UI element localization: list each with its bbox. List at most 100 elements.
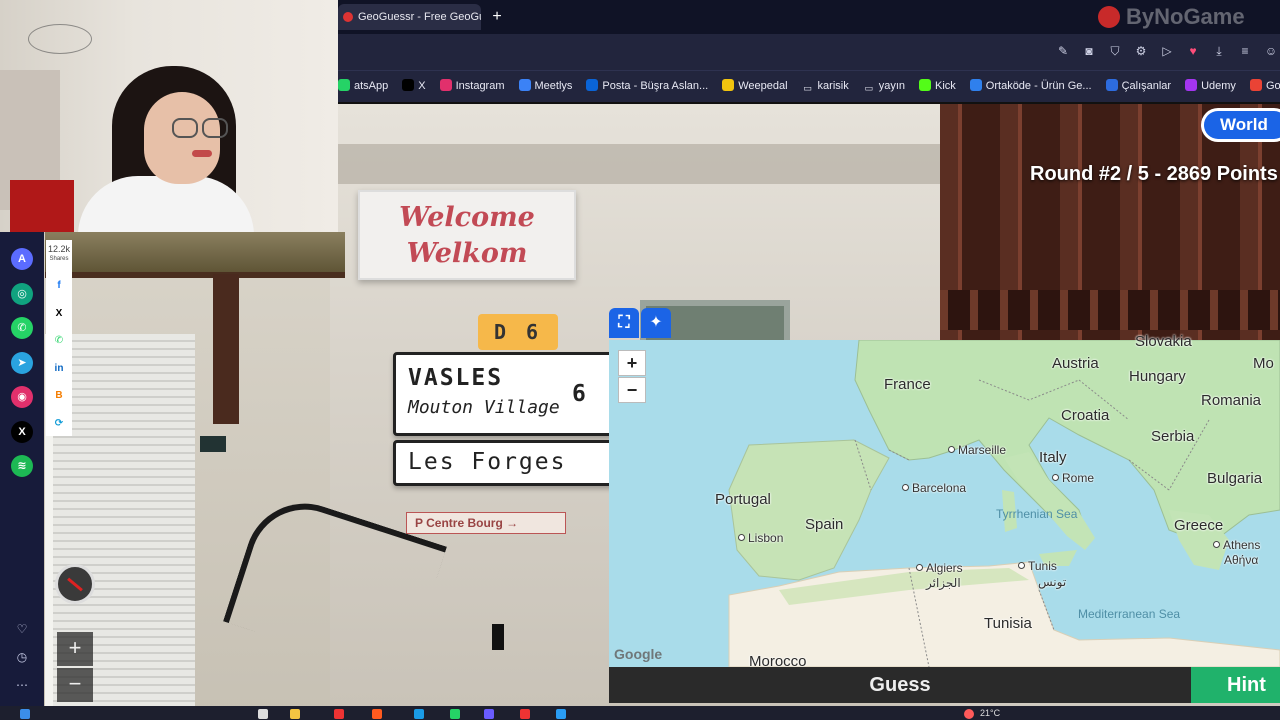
stream-watermark: ByNoGame: [1094, 2, 1274, 32]
share-count: 12.2k Shares: [46, 244, 72, 264]
map-sea-label: Mediterranean Sea: [1078, 607, 1181, 621]
map-country-label: Croatia: [1061, 407, 1110, 424]
bollard: [492, 624, 504, 650]
map-city-label: الجزائر: [926, 576, 961, 590]
profile-icon[interactable]: ☺: [1264, 44, 1278, 58]
more-icon[interactable]: ⋯: [13, 676, 31, 694]
linkedin-icon[interactable]: in: [52, 362, 66, 376]
udemy-icon: [1185, 79, 1198, 91]
bookmark-item[interactable]: Çalışanlar: [1105, 71, 1171, 101]
heart-icon[interactable]: ♥: [1186, 44, 1200, 58]
taskbar-app-icon[interactable]: [372, 709, 382, 719]
taskbar-app-icon[interactable]: [520, 709, 530, 719]
bookmark-item[interactable]: Weepedal: [722, 71, 788, 101]
browser-tab-bar: GeoGuessr - Free GeoGu + ByNoGame: [338, 0, 1280, 34]
x-icon[interactable]: X: [52, 307, 66, 321]
new-tab-button[interactable]: +: [488, 8, 506, 26]
map-country-label: Tunisia: [984, 615, 1032, 632]
arc-icon[interactable]: A: [11, 248, 33, 270]
webcam-lips: [192, 150, 212, 157]
map-country-label: Hungary: [1129, 368, 1186, 385]
map-city-label: Lisbon: [738, 531, 783, 545]
tab-geoguessr[interactable]: GeoGuessr - Free GeoGu: [338, 4, 481, 30]
menu-icon[interactable]: ≡: [1238, 44, 1252, 58]
whatsapp-icon[interactable]: ✆: [11, 317, 33, 339]
guess-button[interactable]: Guess: [609, 667, 1191, 703]
bookmark-item[interactable]: Instagram: [439, 71, 505, 101]
bookmark-label: Instagram: [455, 80, 505, 92]
welcome-sign-line2: Welkom: [406, 238, 528, 269]
wooden-bracket: [213, 274, 239, 424]
camera-icon[interactable]: ◙: [1082, 44, 1096, 58]
bookmark-item[interactable]: Google Haritalar: [1249, 71, 1280, 101]
whatsapp-icon[interactable]: ✆: [52, 334, 66, 348]
streetview-zoom-in-button[interactable]: +: [57, 632, 93, 666]
webcam-wall-art: [28, 24, 92, 54]
hint-button[interactable]: Hint: [1191, 667, 1280, 703]
bookmark-item[interactable]: Posta - Büşra Aslan...: [586, 71, 708, 101]
bookmark-label: Kick: [935, 80, 956, 92]
compass-needle: [67, 577, 83, 592]
bookmark-item[interactable]: Udemy: [1185, 71, 1236, 101]
telegram-icon[interactable]: ➤: [11, 351, 33, 374]
calendar-icon: [1105, 79, 1118, 91]
taskbar-app-icon[interactable]: [414, 709, 424, 719]
chatgpt-icon[interactable]: ◎: [11, 282, 33, 305]
play-icon[interactable]: ▷: [1160, 44, 1174, 58]
map-country-label: Slovakia: [1135, 333, 1192, 350]
instagram-icon[interactable]: ◉: [11, 386, 33, 408]
share-panel: 12.2k Shares f X ✆ in B ⟳: [46, 240, 72, 436]
share-icon[interactable]: ⟳: [52, 417, 66, 431]
taskbar-app-icon[interactable]: [556, 709, 566, 719]
bookmark-item[interactable]: Meetlys: [518, 71, 572, 101]
map-country-label: France: [884, 376, 931, 393]
bookmark-item[interactable]: Kick: [919, 71, 956, 101]
webcam-chair: [10, 180, 74, 232]
house-number-plate: [200, 436, 226, 452]
weather-icon[interactable]: [964, 709, 974, 719]
translate-icon[interactable]: ⚙: [1134, 44, 1148, 58]
webcam-glasses: [172, 118, 198, 138]
map-country-label: Mo: [1253, 355, 1274, 372]
download-icon[interactable]: ⤓: [1212, 44, 1226, 58]
stone-band: [330, 144, 950, 184]
spotify-icon[interactable]: ≋: [11, 455, 33, 477]
blogger-icon[interactable]: B: [52, 389, 66, 403]
streetview-zoom-out-button[interactable]: −: [57, 668, 93, 702]
folder-icon[interactable]: [290, 709, 300, 719]
bookmark-item[interactable]: ▭ karisik: [801, 71, 849, 101]
map-city-label: تونس: [1038, 575, 1067, 589]
pin-map-icon[interactable]: ✦: [641, 308, 671, 338]
heart-outline-icon[interactable]: ♡: [13, 620, 31, 638]
x-icon[interactable]: X: [11, 420, 33, 443]
map-zoom-in-button[interactable]: +: [618, 350, 646, 376]
welcome-sign-line1: Welcome: [399, 202, 535, 233]
ortakode-icon: [969, 79, 982, 91]
whatsapp-icon: [338, 79, 350, 91]
map-city-label: Αθήνα: [1224, 553, 1259, 567]
weather-temperature: 21°C: [980, 708, 1001, 718]
compass-icon[interactable]: [55, 564, 95, 604]
taskbar-app-icon[interactable]: [258, 709, 268, 719]
instagram-icon: [439, 79, 452, 91]
taskbar-app-icon[interactable]: [484, 709, 494, 719]
whatsapp-icon[interactable]: [450, 709, 460, 719]
map-country-label: Romania: [1201, 392, 1262, 409]
start-icon[interactable]: [20, 709, 30, 719]
bookmark-item[interactable]: atsApp: [338, 71, 388, 101]
map-mode-button[interactable]: World: [1201, 108, 1280, 142]
geoguessr-favicon-icon: [343, 12, 353, 22]
welcome-sign: Welcome Welkom: [358, 190, 576, 280]
edit-icon[interactable]: ✎: [1056, 44, 1070, 58]
facebook-icon[interactable]: f: [52, 279, 66, 293]
map-zoom-out-button[interactable]: −: [618, 377, 646, 403]
clock-icon[interactable]: ◷: [13, 648, 31, 666]
share-count-value: 12.2k: [47, 244, 71, 254]
browser-icon[interactable]: [334, 709, 344, 719]
shield-icon[interactable]: ⛉: [1108, 44, 1122, 58]
bookmark-item[interactable]: Ortaköde - Ürün Ge...: [969, 71, 1092, 101]
expand-map-icon[interactable]: ⛶: [609, 308, 639, 338]
bookmark-item[interactable]: ▭ yayın: [862, 71, 905, 101]
maps-pin-icon: [1249, 79, 1262, 91]
bookmark-item[interactable]: X: [402, 71, 426, 101]
